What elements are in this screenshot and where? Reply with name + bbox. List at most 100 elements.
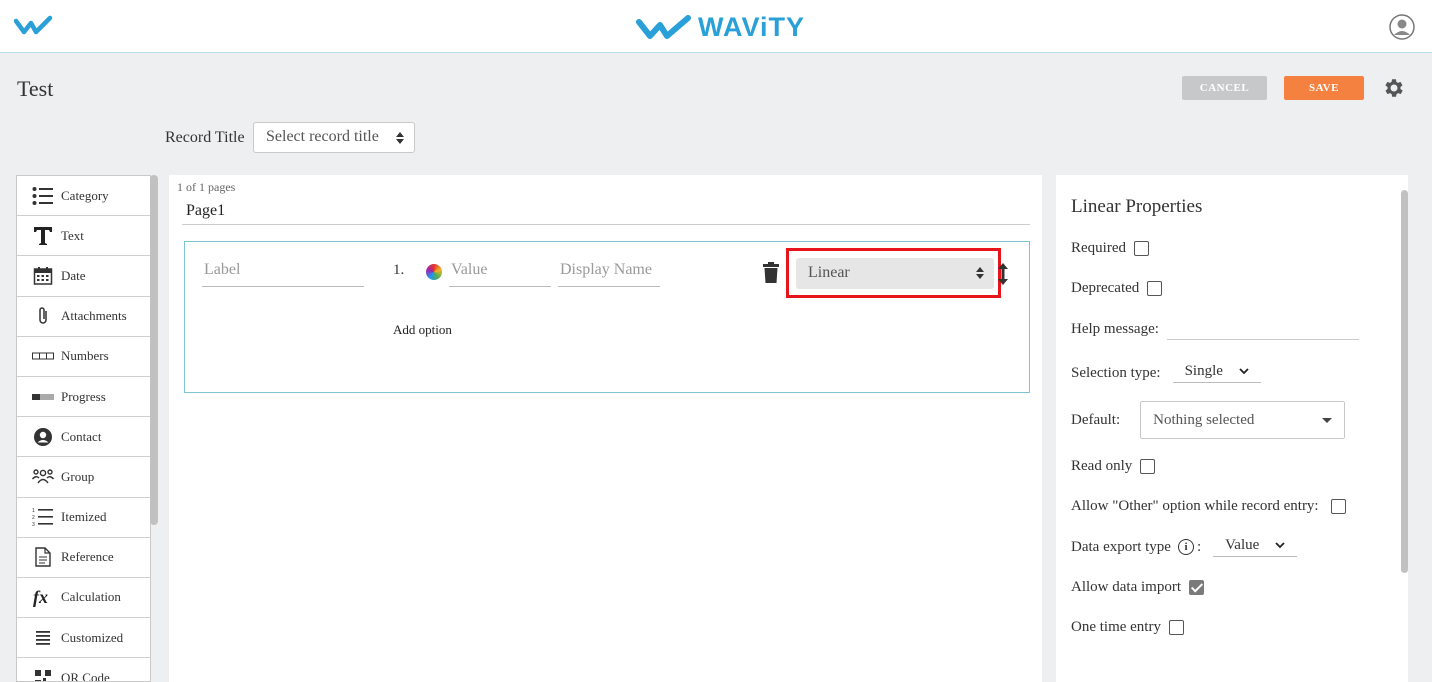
add-option-link[interactable]: Add option <box>393 322 452 338</box>
palette-item-label: Attachments <box>61 308 127 324</box>
allow-other-checkbox[interactable] <box>1330 499 1346 514</box>
chevron-down-icon <box>1275 542 1285 549</box>
color-picker-icon[interactable] <box>426 264 442 280</box>
palette-item-label: Reference <box>61 549 114 565</box>
trash-icon[interactable] <box>762 262 780 284</box>
chevron-down-icon <box>1239 368 1249 375</box>
palette-item-label: Category <box>61 187 109 203</box>
record-title-label: Record Title <box>165 129 245 146</box>
form-canvas: 1 of 1 pages Page1 Label 1. Value Displa… <box>169 175 1042 682</box>
calendar-icon <box>32 265 54 287</box>
text-t-icon <box>32 225 54 247</box>
palette-item-text[interactable]: Text <box>17 216 150 257</box>
palette-item-label: Calculation <box>61 589 121 605</box>
palette-item-category[interactable]: Category <box>17 176 150 217</box>
palette-item-label: Date <box>61 267 86 283</box>
palette-item-label: Text <box>61 227 84 243</box>
option-value-input[interactable]: Value <box>449 261 551 287</box>
wavity-brand-mark-icon <box>636 14 691 39</box>
top-header: WAViTY <box>0 0 1432 53</box>
option-display-name-input[interactable]: Display Name <box>558 261 660 287</box>
palette-item-progress[interactable]: Progress <box>17 377 150 418</box>
caret-down-icon <box>1322 417 1333 423</box>
data-export-colon: : <box>1196 538 1202 555</box>
properties-scrollbar[interactable] <box>1401 190 1408 573</box>
user-avatar-icon[interactable] <box>1389 14 1415 40</box>
one-time-entry-label: One time entry <box>1071 619 1161 635</box>
palette-item-calculation[interactable]: fx Calculation <box>17 578 150 619</box>
allow-other-row: Allow "Other" option while record entry: <box>1071 498 1346 515</box>
brand-name: WAViTY <box>698 12 806 42</box>
resize-vertical-icon[interactable] <box>997 263 1009 285</box>
palette-item-date[interactable]: Date <box>17 256 150 297</box>
save-button[interactable]: SAVE <box>1284 76 1364 100</box>
page-divider <box>182 224 1030 225</box>
palette-item-contact[interactable]: Contact <box>17 417 150 458</box>
group-people-icon <box>32 466 54 488</box>
list-bullet-icon <box>32 185 54 207</box>
palette-item-qr-code[interactable]: QR Code <box>17 658 150 682</box>
default-select[interactable]: Nothing selected <box>1140 401 1346 439</box>
linear-field-editor[interactable]: Label 1. Value Display Name Linear Add o… <box>184 241 1030 393</box>
lines-icon <box>32 627 54 649</box>
allow-import-checkbox[interactable] <box>1188 580 1204 595</box>
data-export-label: Data export type <box>1071 538 1171 555</box>
help-message-row: Help message: <box>1071 321 1359 340</box>
palette-item-itemized[interactable]: 123 Itemized <box>17 498 150 538</box>
default-row: Default: Nothing selected <box>1071 401 1346 439</box>
default-value: Nothing selected <box>1153 411 1255 428</box>
cancel-button[interactable]: CANCEL <box>1182 76 1267 100</box>
palette-item-group[interactable]: Group <box>17 457 150 498</box>
progress-bar-icon <box>32 386 54 408</box>
wavity-logo-icon[interactable] <box>14 15 54 37</box>
one-time-entry-checkbox[interactable] <box>1168 620 1184 635</box>
brand-logo: WAViTY <box>636 12 805 43</box>
selection-type-row: Selection type: Single <box>1071 363 1261 383</box>
data-export-row: Data export type i : Value <box>1071 537 1298 557</box>
deprecated-checkbox[interactable] <box>1147 281 1163 296</box>
selection-type-select[interactable]: Single <box>1172 363 1261 383</box>
palette-scrollbar[interactable] <box>150 175 158 525</box>
svg-text:1: 1 <box>32 508 35 514</box>
highlight-box <box>786 248 1001 298</box>
selection-type-value: Single <box>1184 363 1223 379</box>
numbers-boxes-icon <box>32 345 54 367</box>
read-only-checkbox[interactable] <box>1140 459 1156 474</box>
properties-title: Linear Properties <box>1071 196 1203 217</box>
numbered-list-icon: 123 <box>32 506 54 528</box>
required-checkbox[interactable] <box>1133 241 1149 256</box>
document-icon <box>32 546 54 568</box>
data-export-value: Value <box>1225 537 1260 553</box>
read-only-row: Read only <box>1071 458 1156 475</box>
palette-item-numbers[interactable]: Numbers <box>17 337 150 377</box>
deprecated-label: Deprecated <box>1071 280 1140 296</box>
field-label-input[interactable]: Label <box>202 261 364 287</box>
read-only-label: Read only <box>1071 458 1133 474</box>
info-icon[interactable]: i <box>1177 539 1194 555</box>
palette-item-label: Customized <box>61 629 124 645</box>
gear-icon[interactable] <box>1381 76 1405 100</box>
field-palette: Category Text Date Attachments Numbers P… <box>16 175 151 682</box>
palette-item-label: Progress <box>61 388 106 404</box>
palette-item-reference[interactable]: Reference <box>17 538 150 578</box>
required-label: Required <box>1071 240 1126 256</box>
deprecated-row: Deprecated <box>1071 280 1163 297</box>
data-export-select[interactable]: Value <box>1213 537 1298 557</box>
palette-item-customized[interactable]: Customized <box>17 618 150 659</box>
palette-item-label: Contact <box>61 428 102 444</box>
updown-caret-icon <box>396 132 404 144</box>
allow-import-label: Allow data import <box>1071 579 1181 595</box>
default-label: Default: <box>1071 411 1121 428</box>
palette-item-label: Numbers <box>61 348 109 364</box>
palette-item-label: Itemized <box>61 509 107 525</box>
help-message-input[interactable] <box>1166 339 1359 340</box>
properties-panel: Linear Properties Required Deprecated He… <box>1056 175 1408 682</box>
record-title-select-value: Select record title <box>266 128 379 145</box>
help-message-label: Help message: <box>1071 321 1159 337</box>
fx-icon: fx <box>32 586 54 608</box>
palette-item-attachments[interactable]: Attachments <box>17 297 150 337</box>
page-name[interactable]: Page1 <box>186 202 225 220</box>
qr-code-icon <box>32 667 54 681</box>
record-title-select[interactable]: Select record title <box>253 122 415 153</box>
palette-item-label: QR Code <box>61 669 110 682</box>
